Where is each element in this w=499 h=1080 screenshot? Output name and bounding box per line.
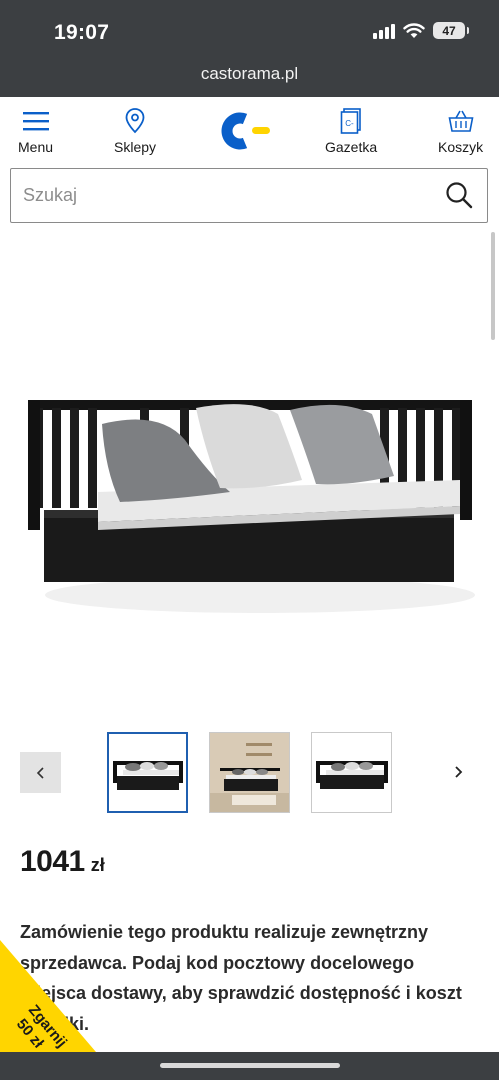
- signal-icon: [373, 23, 395, 39]
- cart-button[interactable]: Koszyk: [438, 107, 483, 155]
- catalog-button[interactable]: C- Gazetka: [325, 107, 377, 155]
- wifi-icon: [403, 22, 425, 38]
- basket-icon: [448, 110, 474, 132]
- catalog-icon: C-: [340, 108, 361, 134]
- status-time: 19:07: [54, 21, 110, 44]
- stores-button[interactable]: Sklepy: [114, 107, 156, 155]
- product-image[interactable]: [20, 380, 480, 620]
- thumbnail-image: [210, 733, 289, 812]
- thumbnail-2[interactable]: [209, 732, 290, 813]
- cart-label: Koszyk: [438, 139, 484, 155]
- catalog-label: Gazetka: [325, 139, 378, 155]
- chevron-left-icon: [36, 766, 44, 779]
- search-icon: [446, 182, 473, 209]
- url-bar[interactable]: castorama.pl: [0, 64, 499, 84]
- home-indicator[interactable]: [160, 1063, 340, 1068]
- product-price: 1041 zł: [20, 845, 105, 879]
- screen: { "status": { "time": "19:07", "battery"…: [0, 0, 499, 1080]
- price-currency: zł: [90, 855, 105, 875]
- carousel-next-button[interactable]: [446, 760, 470, 784]
- status-icons: 47: [373, 22, 469, 39]
- menu-button[interactable]: Menu: [18, 107, 53, 155]
- price-value: 1041: [20, 845, 85, 878]
- thumbnail-3[interactable]: [311, 732, 392, 813]
- battery-icon: 47: [433, 22, 469, 39]
- thumbnail-image: [312, 733, 391, 812]
- thumbnail-1[interactable]: [107, 732, 188, 813]
- thumbnail-image: [109, 734, 186, 811]
- search-box: [10, 168, 488, 223]
- menu-label: Menu: [18, 139, 54, 155]
- page-scrollbar[interactable]: [491, 232, 495, 340]
- castorama-logo[interactable]: [218, 110, 272, 152]
- carousel-prev-button[interactable]: [20, 752, 61, 793]
- svg-text:C-: C-: [345, 119, 354, 128]
- location-pin-icon: [125, 108, 145, 134]
- search-input[interactable]: [11, 169, 431, 222]
- chevron-right-icon: [455, 766, 463, 778]
- stores-label: Sklepy: [114, 139, 157, 155]
- search-button[interactable]: [445, 181, 473, 214]
- hamburger-icon: [22, 112, 49, 131]
- browser-chrome: 19:07 47 castorama.pl: [0, 0, 499, 97]
